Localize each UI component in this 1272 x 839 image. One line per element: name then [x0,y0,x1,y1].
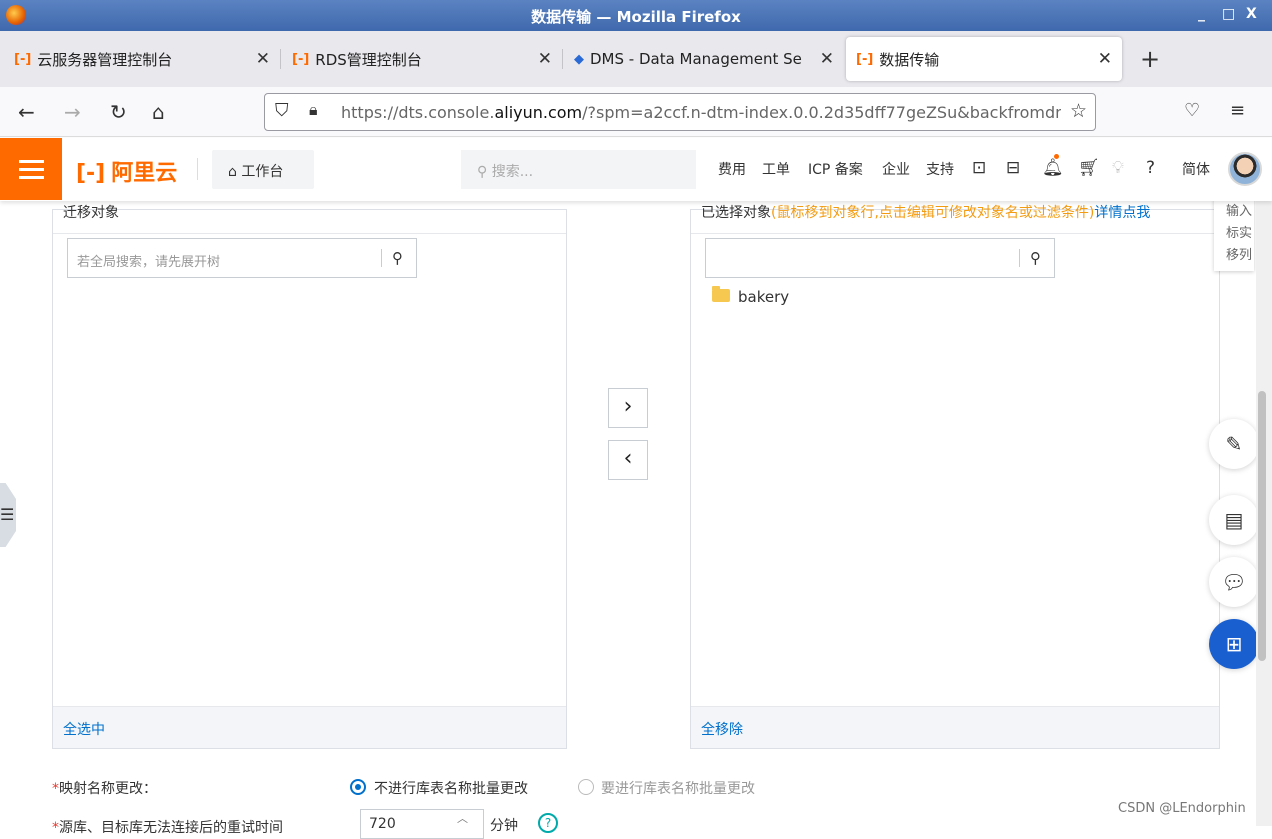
aliyun-favicon-icon: [-] [856,51,874,67]
apps-icon[interactable]: ⊞ [1209,619,1259,669]
dms-favicon-icon: ◆ [574,51,584,67]
search-icon[interactable]: ⚲ [1030,249,1041,267]
app-icon[interactable]: ⊡ [972,158,986,178]
panel-title: 迁移对象 [53,202,566,234]
hamburger-menu-icon[interactable]: ≡ [1230,100,1245,121]
panel-title: 已选择对象(鼠标移到对象行,点击编辑可修改对象名或过滤条件)详情点我 [691,202,1219,234]
shield-icon[interactable]: ⛉ [275,100,289,121]
help-note: 输入 标实 移列 [1214,191,1254,271]
close-tab-icon[interactable]: ✕ [820,49,834,69]
scrollbar-thumb[interactable] [1258,391,1266,661]
tab-label: RDS管理控制台 [315,50,422,69]
selected-search-input[interactable]: ⚲ [705,238,1055,278]
header-link-icp[interactable]: ICP 备案 [808,159,863,179]
new-tab-button[interactable]: + [1130,37,1170,81]
close-window-button[interactable]: X [1246,6,1257,22]
home-icon: ⌂ [228,164,242,180]
menu-icon[interactable] [0,138,62,200]
minimize-button[interactable]: _ [1198,6,1205,22]
list-icon: ☰ [0,505,15,524]
window-title: 数据传输 — Mozilla Firefox [531,8,741,26]
select-all-button[interactable]: 全选中 [53,706,566,748]
forward-icon[interactable]: → [64,100,81,124]
search-icon: ⚲ [477,164,492,180]
pocket-icon[interactable]: ♡ [1184,100,1200,121]
option-no-rename-label[interactable]: 不进行库表名称批量更改 [374,778,528,798]
radio-rename[interactable] [578,779,594,795]
language-switch[interactable]: 简体 [1182,159,1210,179]
radio-no-rename[interactable] [350,779,366,795]
tab-dts[interactable]: [-] 数据传输 ✕ [846,37,1122,81]
cart-icon[interactable]: 🛒︎ [1078,158,1100,178]
bookmark-star-icon[interactable]: ☆ [1070,100,1087,122]
tree-item-bakery[interactable]: bakery [738,288,789,306]
header-link-support[interactable]: 支持 [926,159,954,179]
console-header: [-] 阿里云 ⌂ 工作台 ⚲ 搜索... 费用 工单 ICP 备案 企业 支持 … [0,138,1272,201]
navigation-bar: ← → ↻ ⌂ ⛉ 🔒︎ https://dts.console.aliyun.… [0,87,1272,137]
url-bar[interactable]: ⛉ 🔒︎ https://dts.console.aliyun.com/?spm… [264,93,1096,131]
tab-label: 云服务器管理控制台 [37,50,173,69]
tab-label: DMS - Data Management Se [590,50,802,68]
search-icon[interactable]: ⚲ [392,249,403,267]
bell-icon[interactable]: 🔔︎ [1042,158,1064,178]
chat-icon[interactable]: 💬︎ [1209,557,1259,607]
remove-all-button[interactable]: 全移除 [691,706,1219,748]
window-titlebar: 数据传输 — Mozilla Firefox _ □ X [0,0,1272,31]
global-search-input[interactable]: ⚲ 搜索... [461,150,696,189]
notification-dot [1054,154,1059,159]
mapping-label: *映射名称更改： [52,781,157,797]
tab-strip: [-] 云服务器管理控制台 ✕ [-] RDS管理控制台 ✕ ◆ DMS - D… [0,31,1272,87]
header-link-enterprise[interactable]: 企业 [882,159,910,179]
lightbulb-icon[interactable]: 💡︎ [1112,158,1124,178]
header-link-tickets[interactable]: 工单 [762,159,790,179]
url-text[interactable]: https://dts.console.aliyun.com/?spm=a2cc… [341,103,1061,122]
aliyun-logo[interactable]: [-] 阿里云 [76,155,177,187]
source-search-input[interactable]: 若全局搜索，请先展开树 ⚲ [67,238,417,278]
stepper-up-icon[interactable]: ︿ [457,810,468,826]
option-rename-label[interactable]: 要进行库表名称批量更改 [601,778,755,798]
sidebar-toggle[interactable]: ☰ [0,483,16,547]
main-content: ☰ 迁移对象 若全局搜索，请先展开树 ⚲ 全选中 › ‹ 已选择对象(鼠标移到对… [0,191,1272,839]
reload-icon[interactable]: ↻ [110,100,127,124]
watermark: CSDN @LEndorphin [1118,801,1246,816]
retry-time-input[interactable]: 720 ︿ [360,809,484,839]
source-objects-panel: 迁移对象 若全局搜索，请先展开树 ⚲ 全选中 [52,205,567,749]
close-tab-icon[interactable]: ✕ [1098,49,1112,69]
tab-rds-console[interactable]: [-] RDS管理控制台 ✕ [282,37,563,81]
maximize-button[interactable]: □ [1222,6,1235,22]
tab-ecs-console[interactable]: [-] 云服务器管理控制台 ✕ [4,37,281,81]
docs-icon[interactable]: ▤ [1209,495,1259,545]
help-icon[interactable]: ? [1146,158,1155,178]
avatar[interactable] [1228,152,1262,186]
move-right-button[interactable]: › [608,388,648,428]
retry-unit: 分钟 [490,818,518,834]
terminal-icon[interactable]: ⊟ [1006,158,1020,178]
lock-icon[interactable]: 🔒︎ [309,100,318,120]
workbench-button[interactable]: ⌂ 工作台 [212,150,314,189]
aliyun-favicon-icon: [-] [14,51,32,67]
retry-label: *源库、目标库无法连接后的重试时间 [52,820,283,836]
home-icon[interactable]: ⌂ [152,100,165,124]
edit-icon[interactable]: ✎ [1209,419,1259,469]
tab-label: 数据传输 [879,50,940,69]
folder-icon [712,286,730,302]
back-icon[interactable]: ← [18,100,35,124]
close-tab-icon[interactable]: ✕ [538,49,552,69]
help-icon[interactable]: ? [538,813,558,833]
header-link-billing[interactable]: 费用 [718,159,746,179]
aliyun-favicon-icon: [-] [292,51,310,67]
move-left-button[interactable]: ‹ [608,440,648,480]
details-link[interactable]: 详情点我 [1094,205,1150,221]
tab-dms[interactable]: ◆ DMS - Data Management Se ✕ [564,37,844,81]
close-tab-icon[interactable]: ✕ [256,49,270,69]
